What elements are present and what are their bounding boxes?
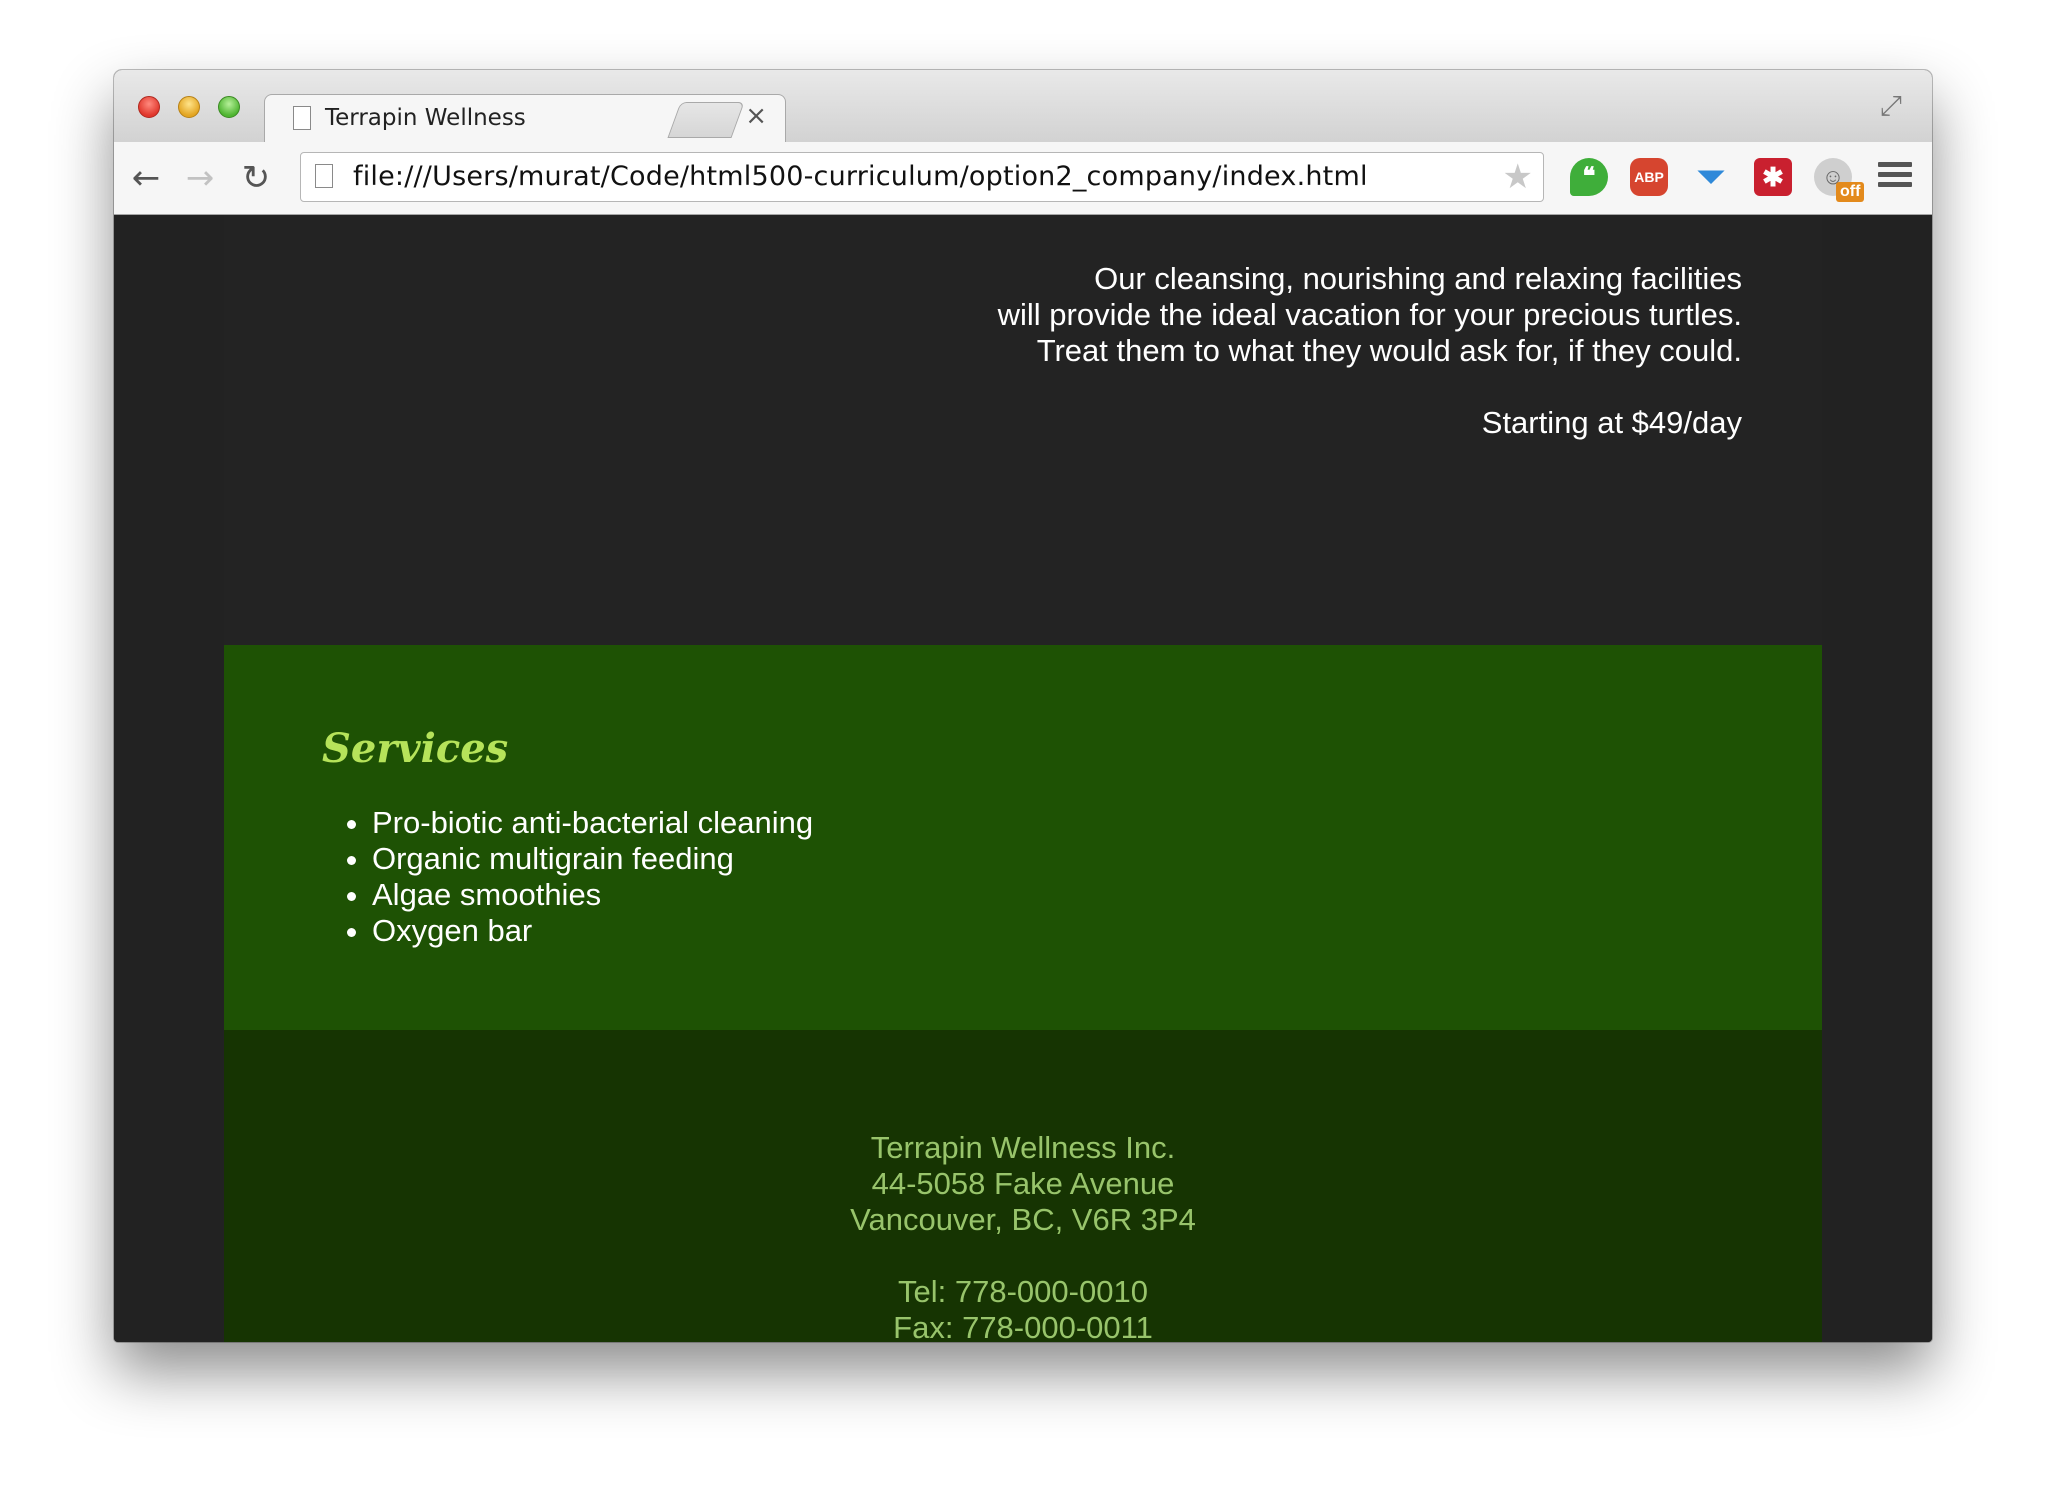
reload-button[interactable]: ↻ xyxy=(234,156,278,200)
street-address: 44-5058 Fake Avenue xyxy=(871,1166,1175,1201)
page-container: Our cleansing, nourishing and relaxing f… xyxy=(224,215,1822,1342)
page-icon xyxy=(315,164,333,188)
minimize-window-button[interactable] xyxy=(178,96,200,118)
footer-contact: Terrapin Wellness Inc. 44-5058 Fake Aven… xyxy=(224,1130,1822,1342)
tab-close-icon[interactable]: × xyxy=(745,101,767,131)
close-window-button[interactable] xyxy=(138,96,160,118)
filter-extension-icon[interactable]: ⏷ xyxy=(1692,158,1730,196)
services-heading: Services xyxy=(322,725,509,772)
service-item: Oxygen bar xyxy=(372,913,813,949)
services-section: Services Pro-biotic anti-bacterial clean… xyxy=(224,645,1822,1030)
forward-button[interactable]: → xyxy=(178,156,222,200)
document-icon xyxy=(293,106,311,130)
phone-number: Tel: 778-000-0010 xyxy=(898,1274,1148,1309)
service-item: Pro-biotic anti-bacterial cleaning xyxy=(372,805,813,841)
menu-hamburger-icon[interactable] xyxy=(1878,158,1912,192)
company-name: Terrapin Wellness Inc. xyxy=(870,1130,1176,1165)
footer-section: Terrapin Wellness Inc. 44-5058 Fake Aven… xyxy=(224,1030,1822,1342)
fax-number: Fax: 778-000-0011 xyxy=(893,1310,1153,1342)
lastpass-extension-icon[interactable]: ✱ xyxy=(1754,158,1792,196)
url-text[interactable]: file:///Users/murat/Code/html500-curricu… xyxy=(353,161,1368,192)
title-bar: Terrapin Wellness × ⤢ xyxy=(114,70,1932,145)
hangouts-extension-icon[interactable]: ❝ xyxy=(1570,158,1608,196)
hero-section: Our cleansing, nourishing and relaxing f… xyxy=(224,215,1822,645)
browser-toolbar: ← → ↻ file:///Users/murat/Code/html500-c… xyxy=(114,142,1932,215)
footer-spacer xyxy=(224,1238,1822,1274)
zoom-window-button[interactable] xyxy=(218,96,240,118)
hero-line: Our cleansing, nourishing and relaxing f… xyxy=(1094,261,1742,296)
hero-price: Starting at $49/day xyxy=(1481,405,1742,440)
bookmark-star-icon[interactable]: ★ xyxy=(1503,157,1533,197)
back-button[interactable]: ← xyxy=(124,156,168,200)
new-tab-button[interactable] xyxy=(667,102,745,138)
hero-line: will provide the ideal vacation for your… xyxy=(997,297,1742,332)
service-item: Organic multigrain feeding xyxy=(372,841,813,877)
service-item: Algae smoothies xyxy=(372,877,813,913)
ghostery-off-badge: off xyxy=(1836,182,1865,202)
services-list: Pro-biotic anti-bacterial cleaning Organ… xyxy=(322,805,813,949)
page-viewport[interactable]: Our cleansing, nourishing and relaxing f… xyxy=(114,215,1932,1342)
tab-title: Terrapin Wellness xyxy=(325,105,526,131)
address-bar[interactable]: file:///Users/murat/Code/html500-curricu… xyxy=(300,152,1544,202)
adblock-plus-extension-icon[interactable]: ABP xyxy=(1630,158,1668,196)
browser-window: Terrapin Wellness × ⤢ ← → ↻ file:///User… xyxy=(114,70,1932,1342)
hero-description: Our cleansing, nourishing and relaxing f… xyxy=(998,261,1742,369)
city-address: Vancouver, BC, V6R 3P4 xyxy=(850,1202,1196,1237)
hero-line: Treat them to what they would ask for, i… xyxy=(1036,333,1742,368)
fullscreen-icon[interactable]: ⤢ xyxy=(1880,90,1902,123)
